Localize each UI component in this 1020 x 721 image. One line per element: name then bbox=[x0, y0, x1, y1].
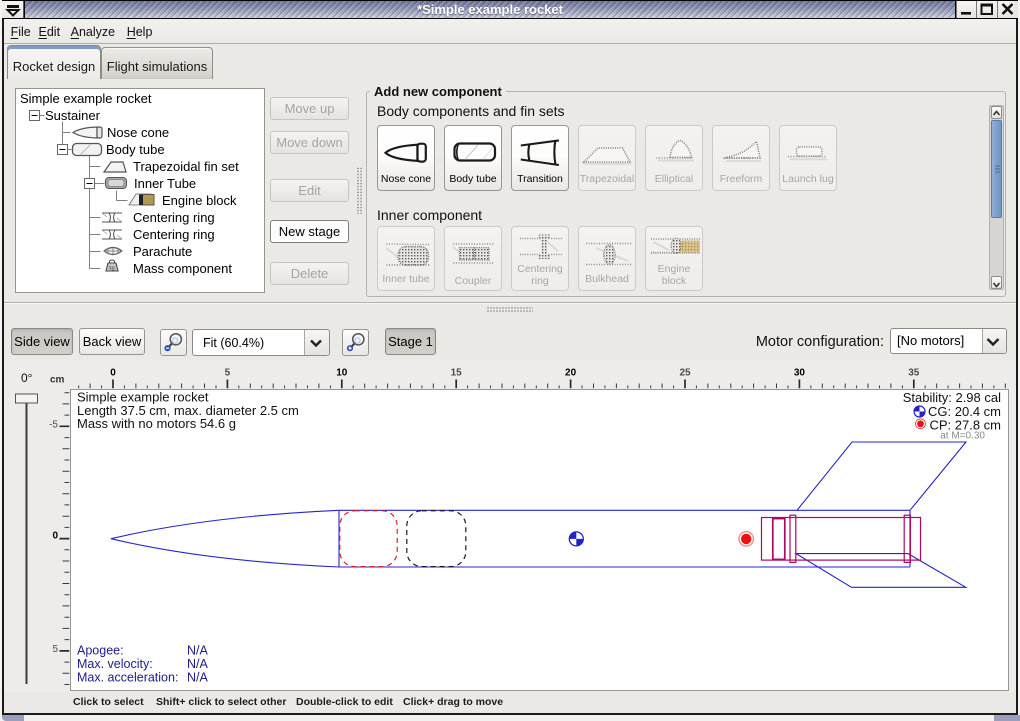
svg-text:kg: kg bbox=[109, 266, 115, 272]
svg-text:0°: 0° bbox=[21, 371, 33, 385]
svg-text:-5: -5 bbox=[49, 420, 58, 431]
svg-text:15: 15 bbox=[451, 368, 463, 379]
svg-text:0: 0 bbox=[52, 530, 58, 541]
svg-text:0: 0 bbox=[110, 368, 116, 379]
svg-text:5: 5 bbox=[225, 368, 231, 379]
svg-text:Max. acceleration:: Max. acceleration: bbox=[77, 671, 178, 685]
svg-text:at M=0.30: at M=0.30 bbox=[940, 431, 985, 442]
svg-text:20: 20 bbox=[565, 368, 577, 379]
svg-text:cm: cm bbox=[50, 375, 65, 386]
svg-text:Apogee:: Apogee: bbox=[77, 644, 124, 658]
svg-text:10: 10 bbox=[336, 368, 348, 379]
svg-text:N/A: N/A bbox=[187, 657, 209, 671]
svg-text:30: 30 bbox=[794, 368, 806, 379]
svg-text:Max. velocity:: Max. velocity: bbox=[77, 657, 153, 671]
svg-text:35: 35 bbox=[908, 368, 920, 379]
svg-text:25: 25 bbox=[679, 368, 691, 379]
svg-text:Stability: 2.98 cal: Stability: 2.98 cal bbox=[903, 390, 1001, 405]
svg-text:N/A: N/A bbox=[187, 644, 209, 658]
svg-text:N/A: N/A bbox=[187, 671, 209, 685]
svg-text:Mass with no motors 54.6 g: Mass with no motors 54.6 g bbox=[77, 416, 236, 431]
svg-text:5: 5 bbox=[52, 644, 58, 655]
